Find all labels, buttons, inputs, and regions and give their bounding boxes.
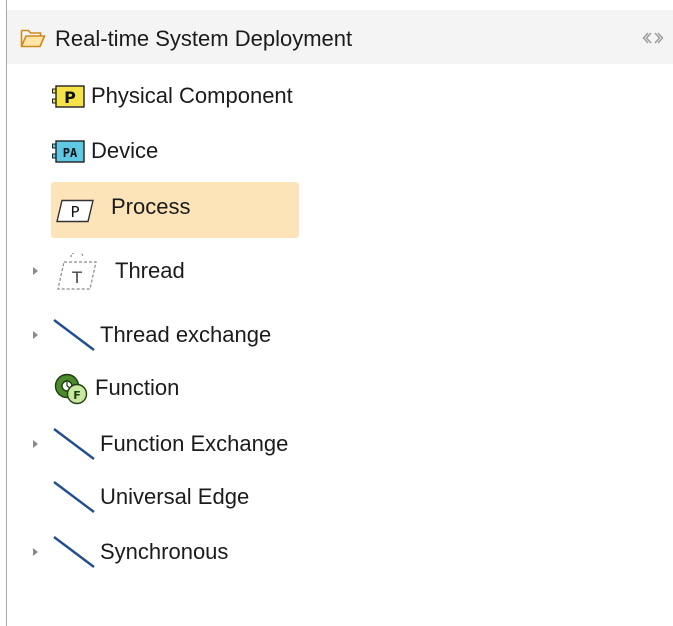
palette-item-physical-component[interactable]: P Physical Component bbox=[51, 76, 451, 116]
palette-item-process[interactable]: P Process bbox=[51, 182, 299, 238]
palette-item-label: Thread bbox=[115, 258, 185, 283]
physical-component-icon: P bbox=[52, 85, 86, 109]
svg-text:T: T bbox=[71, 268, 82, 287]
palette-item-function-exchange[interactable]: Function Exchange bbox=[51, 424, 451, 464]
thread-expander-icon[interactable] bbox=[33, 267, 38, 275]
svg-text:P: P bbox=[70, 203, 79, 221]
drawer-title: Real-time System Deployment bbox=[55, 26, 353, 51]
drawer-header-real-time-system-deployment[interactable]: Real-time System Deployment bbox=[7, 10, 673, 64]
thread-icon: T bbox=[56, 251, 98, 291]
palette-item-thread[interactable]: T Thread bbox=[51, 251, 451, 292]
palette-item-label: Thread exchange bbox=[100, 322, 272, 347]
edge-line-icon bbox=[52, 535, 96, 569]
process-icon: P bbox=[56, 199, 94, 223]
palette-panel: Real-time System Deployment P Physical C… bbox=[7, 0, 673, 626]
function-icon: F bbox=[54, 373, 88, 405]
palette-item-label: Device bbox=[91, 138, 159, 163]
palette-item-label: Physical Component bbox=[91, 83, 293, 108]
palette-item-universal-edge[interactable]: Universal Edge bbox=[51, 477, 451, 517]
svg-text:P: P bbox=[64, 88, 76, 107]
palette-item-synchronous[interactable]: Synchronous bbox=[51, 532, 451, 572]
palette-item-label: Function bbox=[95, 375, 180, 400]
edge-line-icon bbox=[52, 427, 96, 461]
edge-line-icon bbox=[52, 318, 96, 352]
collapse-arrows-icon[interactable] bbox=[642, 31, 664, 45]
open-folder-icon bbox=[20, 27, 46, 49]
thread-exchange-expander-icon[interactable] bbox=[33, 331, 38, 339]
svg-text:F: F bbox=[73, 389, 81, 402]
palette-item-function[interactable]: F Function bbox=[51, 368, 451, 408]
palette-item-label: Universal Edge bbox=[100, 484, 250, 509]
palette-item-label: Process bbox=[111, 194, 191, 219]
palette-item-label: Synchronous bbox=[100, 539, 229, 564]
synchronous-expander-icon[interactable] bbox=[33, 548, 38, 556]
device-icon: PA bbox=[52, 140, 86, 164]
palette-item-thread-exchange[interactable]: Thread exchange bbox=[51, 315, 451, 355]
palette-item-device[interactable]: PA Device bbox=[51, 131, 451, 171]
svg-text:PA: PA bbox=[63, 146, 78, 160]
edge-line-icon bbox=[52, 480, 96, 514]
palette-item-label: Function Exchange bbox=[100, 431, 289, 456]
function-exchange-expander-icon[interactable] bbox=[33, 440, 38, 448]
